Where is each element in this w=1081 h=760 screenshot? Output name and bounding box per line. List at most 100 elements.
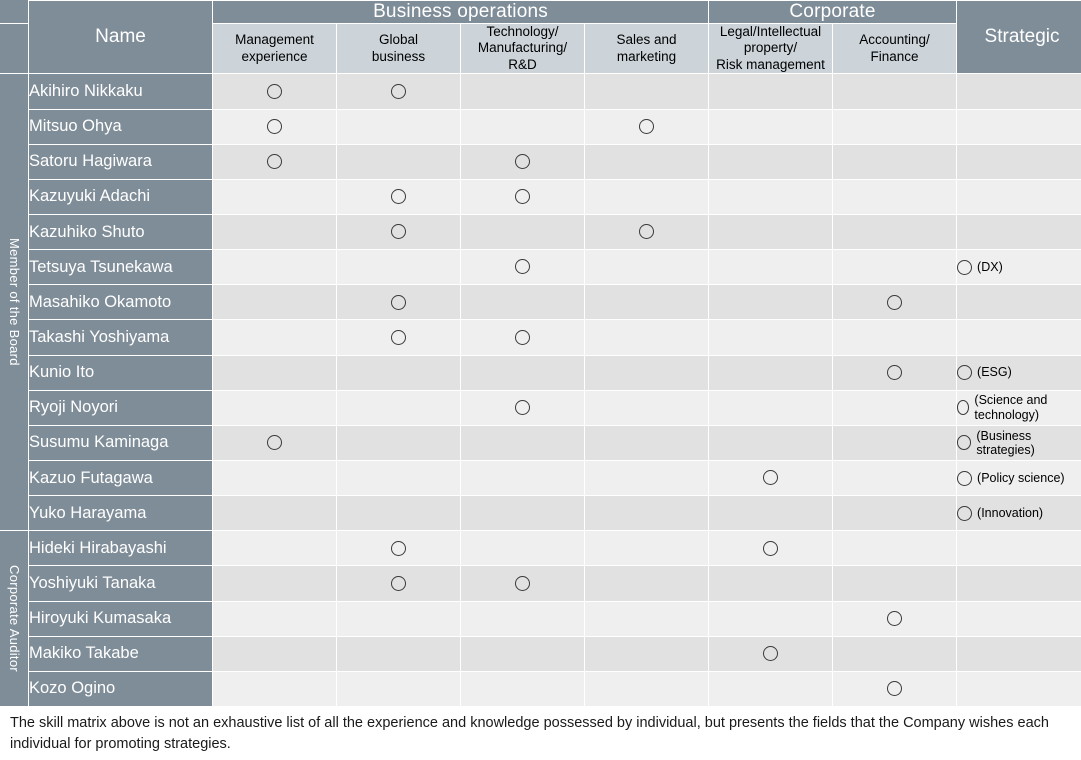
- cell-technology-manufacturing-rd: [460, 73, 585, 110]
- cell-legal-ip-risk: [708, 143, 834, 180]
- circle-icon: [639, 118, 655, 134]
- cell-accounting-finance: [832, 565, 958, 602]
- cell-sales-and-marketing: [583, 213, 710, 251]
- row-name: Ryoji Noyori: [28, 389, 213, 426]
- cell-management-experience: [212, 424, 337, 461]
- cell-legal-ip-risk: [708, 600, 834, 637]
- cell-legal-ip-risk: [708, 108, 834, 145]
- row-name: Kazuo Futagawa: [28, 459, 213, 497]
- header-label-line: property/: [743, 40, 798, 56]
- table-row: Susumu Kaminaga (Business strategies): [1, 424, 1081, 461]
- cell-sales-and-marketing: [583, 530, 710, 567]
- header-label-line: business: [371, 48, 426, 64]
- circle-icon: [763, 470, 779, 486]
- circle-icon: [391, 575, 406, 591]
- cell-management-experience: [212, 249, 337, 286]
- strategic-label: (DX): [977, 260, 1003, 275]
- header-name: Name: [28, 0, 213, 75]
- cell-global-business: [336, 424, 461, 461]
- cell-technology-manufacturing-rd: [460, 354, 585, 391]
- table-row: Satoru Hagiwara: [1, 143, 1081, 180]
- cell-technology-manufacturing-rd: [460, 565, 585, 602]
- cell-legal-ip-risk: [708, 389, 834, 426]
- cell-legal-ip-risk: [708, 284, 834, 321]
- strategic-entry: (Business strategies): [957, 429, 1081, 458]
- strategic-entry: (Science and technology): [957, 393, 1081, 422]
- strategic-label: (Science and technology): [974, 393, 1048, 422]
- header-corner-spacer: [0, 0, 29, 24]
- table-row: Kunio Ito (ESG): [1, 354, 1081, 391]
- circle-icon: [957, 400, 970, 416]
- cell-global-business: [336, 565, 461, 602]
- cell-technology-manufacturing-rd: [460, 530, 585, 567]
- cell-accounting-finance: [832, 213, 958, 251]
- cell-strategic: [956, 213, 1081, 251]
- row-name: Kozo Ogino: [28, 670, 213, 708]
- circle-icon: [515, 189, 530, 205]
- cell-management-experience: [212, 284, 337, 321]
- cell-strategic: [956, 284, 1081, 321]
- circle-icon: [391, 540, 406, 556]
- table-row: Masahiko Okamoto: [1, 284, 1081, 321]
- cell-legal-ip-risk: [708, 459, 834, 497]
- header-label-line: Finance: [870, 48, 919, 64]
- cell-accounting-finance: [832, 530, 958, 567]
- cell-technology-manufacturing-rd: [460, 213, 585, 251]
- cell-strategic: [956, 178, 1081, 215]
- cell-accounting-finance: [832, 249, 958, 286]
- row-group-text: Corporate Auditor: [7, 565, 22, 673]
- cell-management-experience: [212, 459, 337, 497]
- cell-sales-and-marketing: [583, 284, 710, 321]
- cell-sales-and-marketing: [583, 143, 710, 180]
- cell-strategic: (Business strategies): [956, 424, 1081, 461]
- header-label-line: Technology/: [486, 24, 559, 39]
- table-row: Hiroyuki Kumasaka: [1, 600, 1081, 637]
- circle-icon: [957, 505, 973, 521]
- cell-sales-and-marketing: [583, 178, 710, 215]
- table-row: Mitsuo Ohya: [1, 108, 1081, 145]
- cell-legal-ip-risk: [708, 213, 834, 251]
- table-row: Makiko Takabe: [1, 635, 1081, 672]
- header-label-line: experience: [241, 48, 308, 64]
- cell-accounting-finance: [832, 178, 958, 215]
- cell-accounting-finance: [832, 354, 958, 391]
- header-col-sales-and-marketing: Sales and marketing: [583, 22, 710, 75]
- header-corner-spacer-2: [0, 22, 29, 75]
- cell-technology-manufacturing-rd: [460, 249, 585, 286]
- header-col-technology-manufacturing-rd: Technology/ Manufacturing/ R&D: [460, 22, 585, 75]
- row-name: Kazuyuki Adachi: [28, 178, 213, 215]
- cell-strategic: [956, 143, 1081, 180]
- strategic-entry: (Innovation): [957, 505, 1081, 521]
- strategic-entry: (Policy science): [957, 470, 1081, 486]
- cell-technology-manufacturing-rd: [460, 635, 585, 672]
- matrix-footnote: The skill matrix above is not an exhaust…: [10, 715, 1049, 753]
- cell-management-experience: [212, 354, 337, 391]
- skill-matrix-table: Name Business operations Corporate Strat…: [0, 0, 1081, 708]
- cell-accounting-finance: [832, 108, 958, 145]
- table-header: Name Business operations Corporate Strat…: [0, 0, 1081, 75]
- strategic-label: (Business strategies): [976, 428, 1035, 457]
- table-row: Yuko Harayama (Innovation): [1, 495, 1081, 532]
- cell-strategic: (ESG): [956, 354, 1081, 391]
- cell-accounting-finance: [832, 670, 958, 708]
- circle-icon: [391, 83, 406, 99]
- cell-management-experience: [212, 108, 337, 145]
- strategic-entry: (ESG): [957, 365, 1081, 381]
- cell-accounting-finance: [832, 635, 958, 672]
- row-name: Takashi Yoshiyama: [28, 319, 213, 356]
- table-row: Yoshiyuki Tanaka: [1, 565, 1081, 602]
- circle-icon: [391, 189, 406, 205]
- row-name: Yuko Harayama: [28, 495, 213, 532]
- cell-accounting-finance: [832, 389, 958, 426]
- cell-sales-and-marketing: [583, 354, 710, 391]
- cell-strategic: [956, 319, 1081, 356]
- circle-icon: [887, 610, 903, 626]
- cell-accounting-finance: [832, 459, 958, 497]
- cell-legal-ip-risk: [708, 635, 834, 672]
- cell-technology-manufacturing-rd: [460, 319, 585, 356]
- strategic-entry: (DX): [957, 259, 1081, 275]
- cell-technology-manufacturing-rd: [460, 143, 585, 180]
- header-label-line: Sales and: [616, 32, 677, 48]
- cell-technology-manufacturing-rd: [460, 459, 585, 497]
- cell-technology-manufacturing-rd: [460, 108, 585, 145]
